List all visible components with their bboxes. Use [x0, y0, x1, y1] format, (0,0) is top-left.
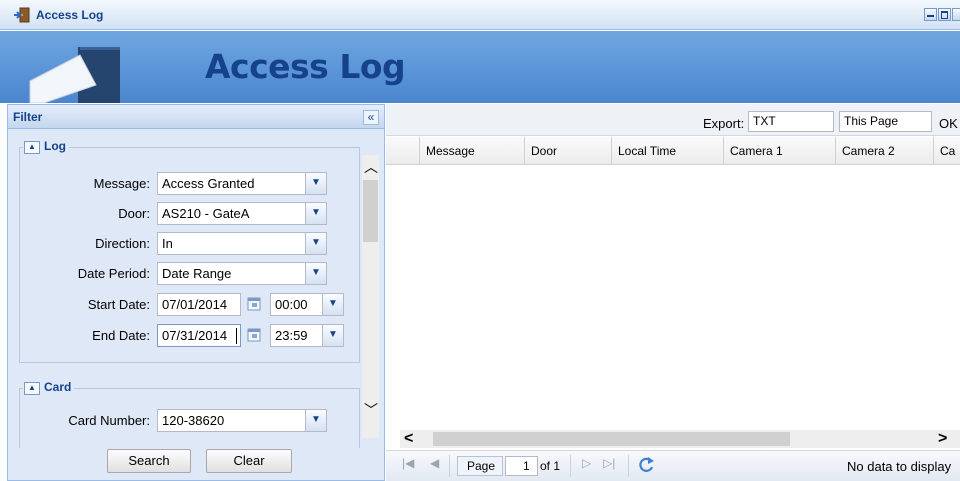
column-header-camera-2[interactable]: Camera 2	[835, 137, 933, 165]
start-time-combobox[interactable]: 00:00 ▼	[270, 293, 344, 316]
card-number-value: 120-38620	[162, 413, 225, 428]
maximize-button[interactable]	[938, 8, 951, 21]
start-date-calendar-button[interactable]	[243, 293, 267, 316]
banner	[0, 31, 960, 103]
end-date-calendar-button[interactable]	[243, 324, 267, 347]
calendar-icon	[247, 297, 261, 311]
end-date-field[interactable]: 07/31/2014	[157, 324, 241, 347]
toolbar-separator	[449, 455, 450, 477]
end-time-combobox[interactable]: 23:59 ▼	[270, 324, 344, 347]
minimize-icon	[927, 15, 934, 17]
column-header-camera-3[interactable]: Ca	[933, 137, 960, 165]
dropdown-trigger[interactable]: ▼	[322, 325, 343, 346]
last-page-icon[interactable]: ▷|	[603, 456, 615, 470]
next-page-icon[interactable]: ▷	[582, 456, 591, 470]
toolbar-separator	[628, 455, 629, 477]
end-date-label: End Date:	[92, 328, 150, 343]
dropdown-trigger[interactable]: ▼	[305, 233, 326, 254]
direction-combobox[interactable]: In ▼	[157, 232, 327, 255]
date-period-label: Date Period:	[77, 266, 150, 281]
dropdown-trigger[interactable]: ▼	[305, 203, 326, 224]
export-ok-button[interactable]: OK	[939, 116, 958, 131]
page-number-input[interactable]: 1	[505, 456, 538, 476]
message-label: Message:	[93, 176, 150, 191]
scroll-left-icon[interactable]: <	[404, 430, 413, 448]
window-title-bar	[0, 0, 960, 30]
end-date-value: 07/31/2014	[162, 328, 228, 343]
scroll-right-icon[interactable]: >	[938, 430, 947, 448]
column-header-local-time[interactable]: Local Time	[611, 137, 723, 165]
dropdown-trigger[interactable]: ▼	[305, 263, 326, 284]
date-period-combobox[interactable]: Date Range ▼	[157, 262, 327, 285]
export-format-field[interactable]: TXT	[748, 111, 834, 132]
filter-title: Filter	[13, 110, 43, 124]
close-button[interactable]	[952, 8, 960, 21]
start-date-value: 07/01/2014	[162, 297, 228, 312]
door-combobox[interactable]: AS210 - GateA ▼	[157, 202, 327, 225]
card-number-combobox[interactable]: 120-38620 ▼	[157, 409, 327, 432]
text-cursor	[236, 328, 237, 344]
chevron-down-icon: ▼	[311, 414, 321, 425]
clear-button[interactable]: Clear	[206, 449, 292, 473]
door-value: AS210 - GateA	[162, 206, 250, 221]
scroll-down-icon[interactable]: ﹀	[364, 400, 378, 420]
log-legend: ▲ Log	[23, 139, 69, 154]
door-exit-icon	[14, 7, 30, 23]
start-time-value: 00:00	[275, 297, 308, 312]
export-label: Export:	[703, 116, 745, 131]
chevron-down-icon: ▼	[311, 237, 321, 248]
chevron-down-icon: ▼	[328, 298, 338, 309]
filter-header	[8, 105, 384, 129]
chevron-down-icon: ▼	[311, 177, 321, 188]
card-number-label: Card Number:	[68, 413, 150, 428]
card-legend-label: Card	[44, 380, 72, 394]
first-page-icon[interactable]: |◀	[402, 456, 414, 470]
column-header-message[interactable]: Message	[419, 137, 524, 165]
direction-value: In	[162, 236, 173, 251]
column-header-door[interactable]: Door	[524, 137, 611, 165]
end-time-value: 23:59	[275, 328, 308, 343]
card-legend: ▲ Card	[23, 380, 75, 395]
date-period-value: Date Range	[162, 266, 232, 281]
scroll-up-icon[interactable]: ︿	[364, 157, 378, 177]
search-button[interactable]: Search	[107, 449, 191, 473]
grid-body	[386, 166, 960, 430]
direction-label: Direction:	[95, 236, 150, 251]
chevron-down-icon: ▼	[328, 329, 338, 340]
page-count: of 1	[540, 459, 561, 473]
message-value: Access Granted	[162, 176, 255, 191]
calendar-icon	[247, 328, 261, 342]
chevron-down-icon: ▼	[311, 267, 321, 278]
window-title: Access Log	[36, 8, 104, 22]
filter-scroll-thumb[interactable]	[363, 180, 378, 242]
previous-page-icon[interactable]: ◀	[430, 456, 439, 470]
column-header-camera-1[interactable]: Camera 1	[723, 137, 835, 165]
access-card-reader-icon	[29, 47, 120, 103]
grid-scroll-thumb[interactable]	[433, 432, 790, 446]
page-title: Access Log	[205, 47, 406, 86]
refresh-icon[interactable]	[636, 455, 656, 475]
page-label: Page	[457, 456, 503, 476]
start-date-field[interactable]: 07/01/2014	[157, 293, 241, 316]
toolbar-separator	[570, 455, 571, 477]
collapse-section-toggle[interactable]: ▲	[24, 382, 40, 395]
export-scope-field[interactable]: This Page	[839, 111, 932, 132]
dropdown-trigger[interactable]: ▼	[305, 173, 326, 194]
dropdown-trigger[interactable]: ▼	[322, 294, 343, 315]
collapse-panel-button[interactable]: «	[363, 110, 379, 125]
paging-status: No data to display	[847, 459, 952, 474]
collapse-section-toggle[interactable]: ▲	[24, 141, 40, 154]
minimize-button[interactable]	[924, 8, 937, 21]
door-label: Door:	[118, 206, 150, 221]
log-legend-label: Log	[44, 139, 66, 153]
start-date-label: Start Date:	[87, 297, 150, 312]
message-combobox[interactable]: Access Granted ▼	[157, 172, 327, 195]
maximize-icon	[941, 11, 948, 19]
dropdown-trigger[interactable]: ▼	[305, 410, 326, 431]
chevron-down-icon: ▼	[311, 207, 321, 218]
